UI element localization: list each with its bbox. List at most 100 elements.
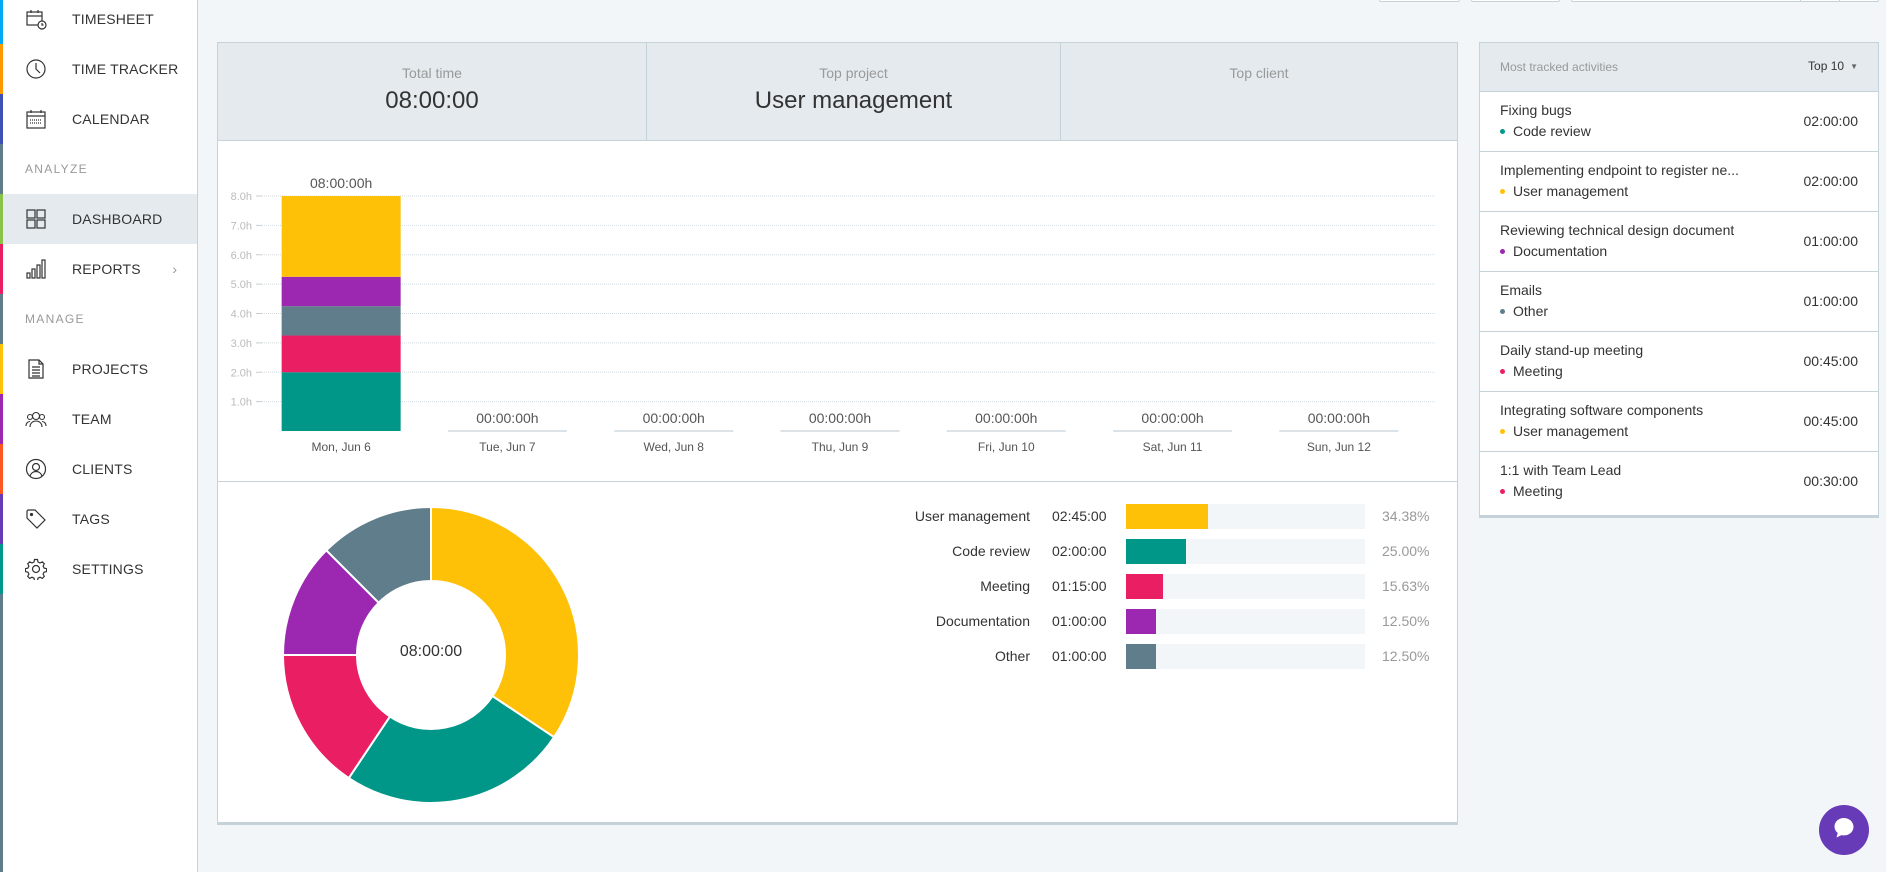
project-color-dot-icon — [1500, 368, 1505, 374]
legend-project-time: 01:00:00 — [1052, 613, 1107, 629]
top-project-value: User management — [754, 87, 953, 114]
sidebar-item-dashboard[interactable]: DASHBOARD — [0, 194, 197, 244]
x-category-label: Thu, Jun 9 — [812, 440, 869, 454]
activity-project-name: User management — [1513, 423, 1629, 439]
legend-progress-fill — [1126, 504, 1209, 529]
bar-segment-other[interactable] — [281, 306, 401, 336]
tag-icon — [25, 508, 47, 530]
activity-row[interactable]: Daily stand-up meeting Meeting 00:45:00 — [1480, 332, 1878, 392]
activities-list: Fixing bugs Code review 02:00:00 Implementi… — [1480, 92, 1878, 512]
client-icon — [25, 458, 47, 480]
sidebar-section-analyze: ANALYZE — [0, 144, 197, 194]
y-tick-label: 8.0h — [231, 191, 252, 203]
legend-progress-fill — [1126, 539, 1186, 564]
chat-bubble-icon — [1831, 815, 1857, 846]
legend-row: Code review 02:00:00 25.00% — [218, 539, 1457, 564]
top-n-label: Top 10 — [1808, 59, 1845, 73]
activity-duration: 00:30:00 — [1803, 473, 1859, 489]
color-strip — [0, 394, 3, 444]
top-button-2[interactable] — [1471, 0, 1560, 2]
sidebar-item-projects[interactable]: PROJECTS — [0, 344, 197, 394]
bar-total-label: 00:00:00h — [476, 410, 538, 426]
timesheet-icon — [25, 8, 47, 30]
date-range-prev[interactable] — [1800, 0, 1801, 1]
activity-description: Integrating software components — [1500, 402, 1704, 418]
legend-row: Meeting 01:15:00 15.63% — [218, 574, 1457, 599]
chat-button[interactable] — [1819, 805, 1869, 855]
bar-total-label: 00:00:00h — [809, 410, 871, 426]
chevron-right-icon[interactable]: › — [172, 261, 177, 277]
dashboard-grid-icon — [25, 208, 47, 230]
summary-header: Total time 08:00:00 Top project User man… — [218, 43, 1457, 141]
bar-segment-user-management[interactable] — [281, 196, 401, 277]
legend-progress-track — [1126, 644, 1365, 669]
section-label: ANALYZE — [25, 162, 88, 176]
sidebar-item-label: TEAM — [72, 411, 112, 427]
x-category-label: Wed, Jun 8 — [643, 440, 704, 454]
sidebar-item-clients[interactable]: CLIENTS — [0, 444, 197, 494]
color-strip — [0, 144, 3, 194]
project-color-dot-icon — [1500, 488, 1505, 494]
sidebar-item-team[interactable]: TEAM — [0, 394, 197, 444]
activity-project: Code review — [1500, 123, 1591, 139]
activity-row[interactable]: Implementing endpoint to register ne... U… — [1480, 152, 1878, 212]
color-strip — [0, 344, 3, 394]
legend-project-name: Meeting — [980, 578, 1030, 594]
daily-bar-chart: 1.0h 2.0h 3.0h 4.0h 5.0h 6.0h 7.0h 8.0h 08:00:00… — [218, 141, 1457, 482]
activity-row[interactable]: Fixing bugs Code review 02:00:00 — [1480, 92, 1878, 152]
activity-description: Daily stand-up meeting — [1500, 342, 1644, 358]
color-strip — [0, 544, 3, 594]
color-strip — [0, 594, 3, 872]
bar-segment-code-review[interactable] — [281, 372, 401, 431]
y-tick-label: 4.0h — [231, 309, 252, 321]
bar-segment-documentation[interactable] — [281, 276, 401, 307]
activity-row[interactable]: Emails Other 01:00:00 — [1480, 272, 1878, 332]
bar-total-label: 00:00:00h — [975, 410, 1037, 426]
activity-row[interactable]: Reviewing technical design document Docum… — [1480, 212, 1878, 272]
legend-progress-track — [1126, 539, 1365, 564]
sidebar-item-settings[interactable]: SETTINGS — [0, 544, 197, 594]
y-tick-label: 5.0h — [231, 279, 252, 291]
top-client-label: Top client — [1229, 65, 1289, 81]
legend-project-percent: 25.00% — [1382, 543, 1430, 559]
activities-title: Most tracked activities — [1500, 60, 1619, 74]
activity-description: Fixing bugs — [1500, 102, 1572, 118]
legend-row: User management 02:45:00 34.38% — [218, 504, 1457, 529]
sidebar-item-label: CALENDAR — [72, 111, 150, 127]
top-project-label: Top project — [819, 65, 888, 81]
legend-project-time: 01:15:00 — [1052, 578, 1107, 594]
activity-duration: 02:00:00 — [1803, 113, 1859, 129]
date-range-picker[interactable] — [1571, 0, 1879, 2]
top-button-1[interactable] — [1379, 0, 1460, 2]
project-legend: User management 02:45:00 34.38% Code review… — [218, 483, 1457, 823]
color-strip — [0, 0, 3, 44]
legend-row: Documentation 01:00:00 12.50% — [218, 609, 1457, 634]
date-range-next[interactable] — [1839, 0, 1840, 1]
activity-project: User management — [1500, 183, 1628, 199]
activity-project-name: Other — [1513, 303, 1549, 319]
activity-description: Emails — [1500, 282, 1543, 298]
activity-project: Meeting — [1500, 363, 1563, 379]
top-n-dropdown[interactable]: Top 10 ▼ — [1808, 59, 1858, 73]
summary-top-client: Top client — [1061, 43, 1457, 140]
y-tick-label: 1.0h — [231, 397, 252, 409]
activity-row[interactable]: Integrating software components User mana… — [1480, 392, 1878, 452]
sidebar-item-calendar[interactable]: CALENDAR — [0, 94, 197, 144]
legend-progress-fill — [1126, 574, 1164, 599]
sidebar-item-label: TIME TRACKER — [72, 61, 179, 77]
activity-row[interactable]: 1:1 with Team Lead Meeting 00:30:00 — [1480, 452, 1878, 512]
legend-project-name: Other — [994, 648, 1030, 664]
project-color-dot-icon — [1500, 188, 1505, 194]
activity-description: 1:1 with Team Lead — [1500, 462, 1622, 478]
sidebar-item-timesheet[interactable]: TIMESHEET — [0, 0, 197, 44]
activity-duration: 02:00:00 — [1803, 173, 1859, 189]
activity-project-name: Meeting — [1513, 483, 1563, 499]
sidebar-item-label: SETTINGS — [72, 561, 144, 577]
bar-segment-meeting[interactable] — [281, 335, 401, 373]
y-tick-label: 3.0h — [231, 338, 252, 350]
sidebar-item-time-tracker[interactable]: TIME TRACKER — [0, 44, 197, 94]
sidebar-item-reports[interactable]: REPORTS › — [0, 244, 197, 294]
sidebar: TIMESHEET TIME TRACKER CALENDAR ANALYZE … — [0, 0, 198, 872]
sidebar-item-tags[interactable]: TAGS — [0, 494, 197, 544]
color-strip — [0, 194, 3, 244]
